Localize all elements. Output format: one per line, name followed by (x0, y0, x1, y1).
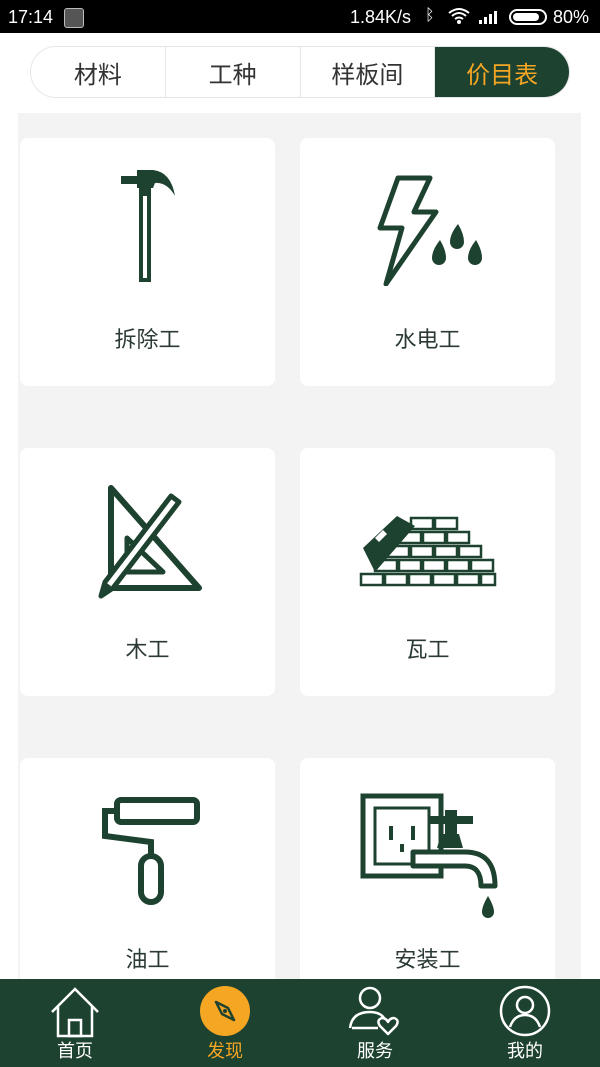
compass-icon (200, 986, 250, 1036)
notification-app-icon (64, 8, 84, 28)
trade-card-carpentry[interactable]: 木工 (20, 448, 275, 696)
home-icon (51, 987, 99, 1038)
trade-label: 拆除工 (114, 328, 181, 353)
trade-label: 木工 (125, 638, 170, 663)
bottom-nav: 首页 发现 服务 我的 (0, 979, 600, 1067)
nav-label: 服务 (357, 1041, 393, 1062)
carpentry-square-icon (98, 485, 202, 599)
tab-price-list[interactable]: 价目表 (435, 47, 569, 97)
nav-mine[interactable]: 我的 (450, 979, 600, 1067)
battery-percent: 80% (553, 7, 590, 27)
tab-showroom[interactable]: 样板间 (301, 47, 436, 97)
tab-trades[interactable]: 工种 (166, 47, 301, 97)
socket-faucet-icon (360, 793, 497, 918)
signal-icon (479, 11, 497, 24)
battery-icon (509, 9, 547, 25)
trade-label: 油工 (125, 948, 170, 973)
network-speed: 1.84K/s (350, 7, 412, 27)
trade-label: 安装工 (394, 948, 461, 973)
nav-label: 首页 (57, 1041, 93, 1062)
nav-home[interactable]: 首页 (0, 979, 150, 1067)
lightning-water-icon (377, 175, 482, 286)
hammer-icon (120, 170, 175, 282)
trade-grid: 拆除工 水电工 木工 瓦工 油工 安装工 (18, 113, 581, 1006)
trade-label: 瓦工 (405, 638, 450, 663)
nav-label: 发现 (207, 1041, 243, 1062)
category-tabs: 材料 工种 样板间 价目表 (30, 46, 570, 98)
nav-label: 我的 (507, 1041, 543, 1062)
nav-discover[interactable]: 发现 (150, 979, 300, 1067)
wifi-icon (448, 8, 470, 24)
profile-icon (499, 985, 551, 1037)
brick-wall-icon (359, 516, 496, 587)
bluetooth-icon: ᛒ (425, 7, 435, 24)
paint-roller-icon (101, 797, 200, 905)
status-time: 17:14 (8, 7, 54, 27)
trade-card-masonry[interactable]: 瓦工 (300, 448, 555, 696)
trade-label: 水电工 (394, 328, 461, 353)
trade-card-painting[interactable]: 油工 (20, 758, 275, 1006)
user-heart-icon (348, 986, 399, 1036)
trade-card-installation[interactable]: 安装工 (300, 758, 555, 1006)
status-bar: 17:14 1.84K/s ᛒ 80% (0, 0, 600, 33)
nav-service[interactable]: 服务 (300, 979, 450, 1067)
trade-card-demolition[interactable]: 拆除工 (20, 138, 275, 386)
tab-materials[interactable]: 材料 (31, 47, 166, 97)
trade-card-plumbing-electric[interactable]: 水电工 (300, 138, 555, 386)
